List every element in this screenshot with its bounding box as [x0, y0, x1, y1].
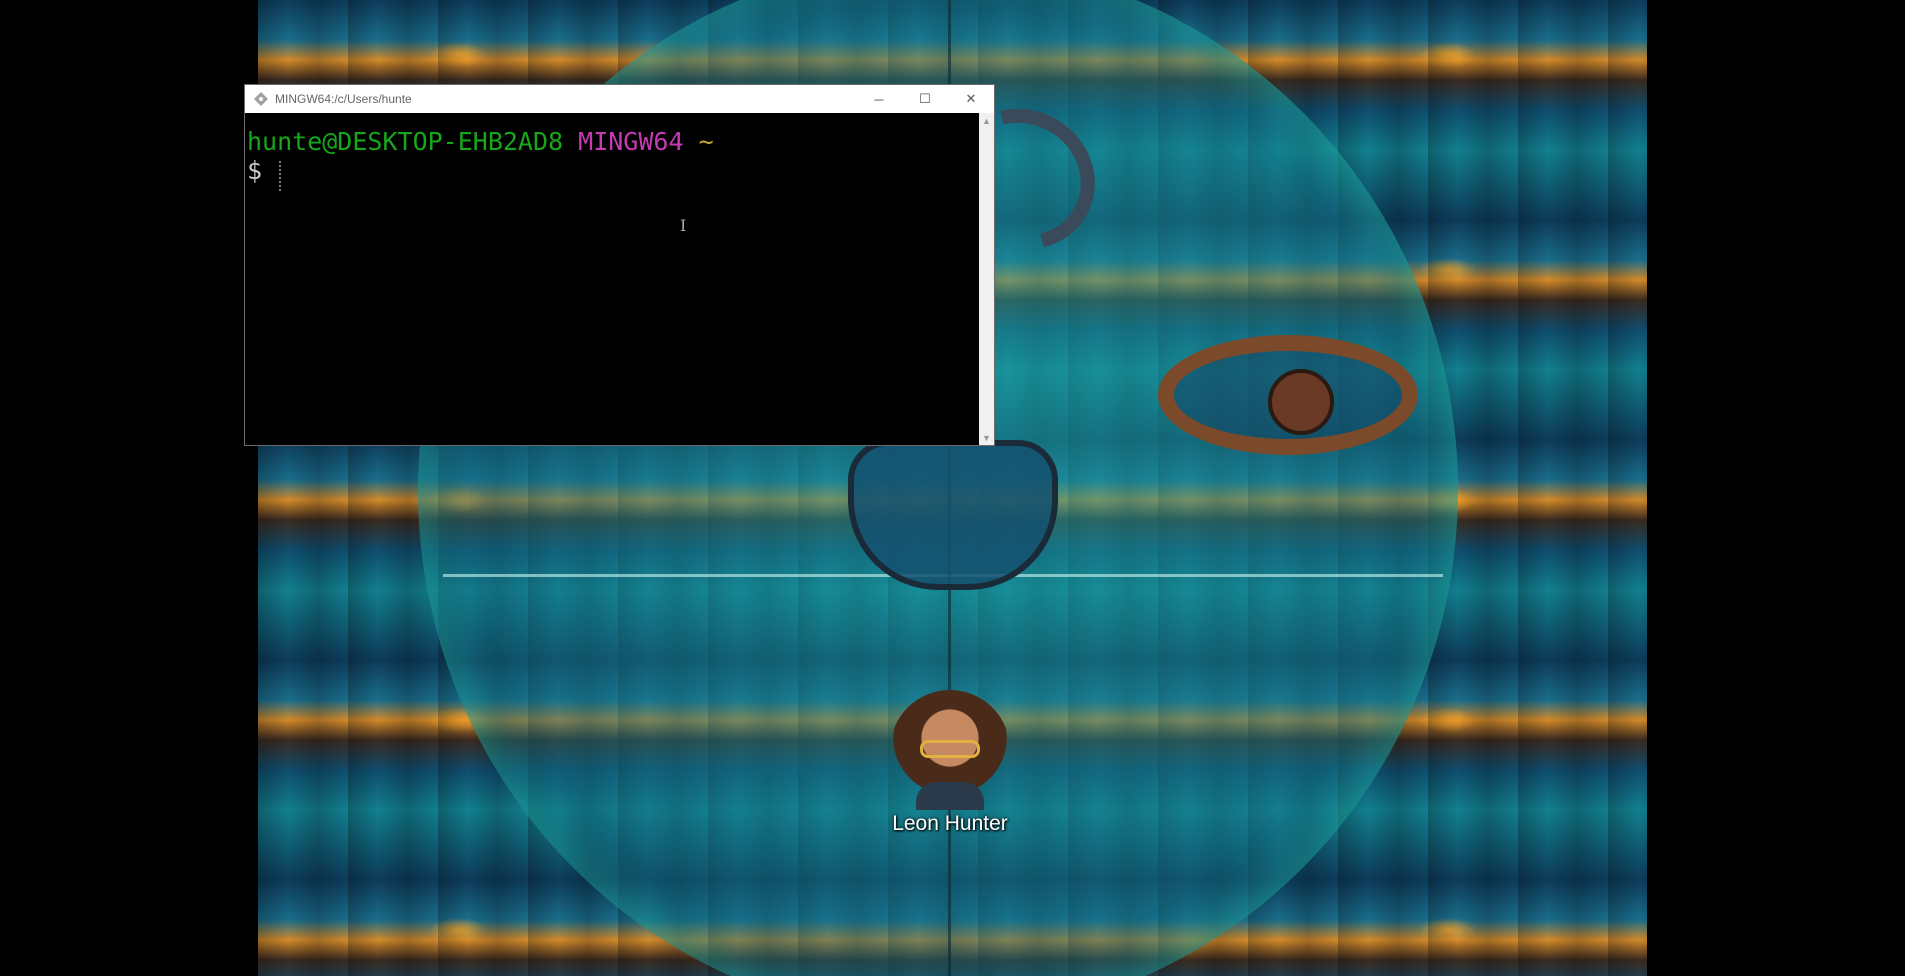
- wallpaper-eye: [1158, 335, 1418, 455]
- scroll-down-icon[interactable]: ▼: [979, 430, 994, 445]
- vertical-scrollbar[interactable]: ▲ ▼: [979, 113, 994, 445]
- text-cursor: [279, 161, 283, 191]
- desktop-icon-user-folder[interactable]: Leon Hunter: [885, 690, 1015, 836]
- minimize-button[interactable]: ─: [856, 85, 902, 113]
- prompt-cwd: ~: [698, 127, 714, 156]
- close-button[interactable]: ✕: [948, 85, 994, 113]
- window-controls: ─ ☐ ✕: [856, 85, 994, 113]
- git-bash-icon[interactable]: [253, 91, 269, 107]
- avatar-hoodie: [916, 782, 984, 810]
- user-avatar-icon: [890, 690, 1010, 810]
- scroll-up-icon[interactable]: ▲: [979, 113, 994, 128]
- wallpaper-nose: [848, 440, 1058, 590]
- mouse-ibeam-cursor-icon: I: [680, 216, 687, 235]
- maximize-button[interactable]: ☐: [902, 85, 948, 113]
- title-bar[interactable]: MINGW64:/c/Users/hunte ─ ☐ ✕: [245, 85, 994, 113]
- prompt-user-host: hunte@DESKTOP-EHB2AD8: [247, 127, 564, 156]
- terminal-output[interactable]: hunte@DESKTOP-EHB2AD8 MINGW64 ~ $ I: [245, 113, 979, 445]
- prompt-line: hunte@DESKTOP-EHB2AD8 MINGW64 ~: [247, 127, 714, 156]
- prompt-symbol: $: [247, 156, 263, 185]
- avatar-glasses: [920, 740, 980, 758]
- desktop-icon-label: Leon Hunter: [892, 812, 1008, 835]
- window-title: MINGW64:/c/Users/hunte: [275, 92, 412, 106]
- prompt-env: MINGW64: [578, 127, 684, 156]
- terminal-window[interactable]: MINGW64:/c/Users/hunte ─ ☐ ✕ hunte@DESKT…: [244, 84, 995, 446]
- wallpaper-pupil: [1268, 369, 1334, 435]
